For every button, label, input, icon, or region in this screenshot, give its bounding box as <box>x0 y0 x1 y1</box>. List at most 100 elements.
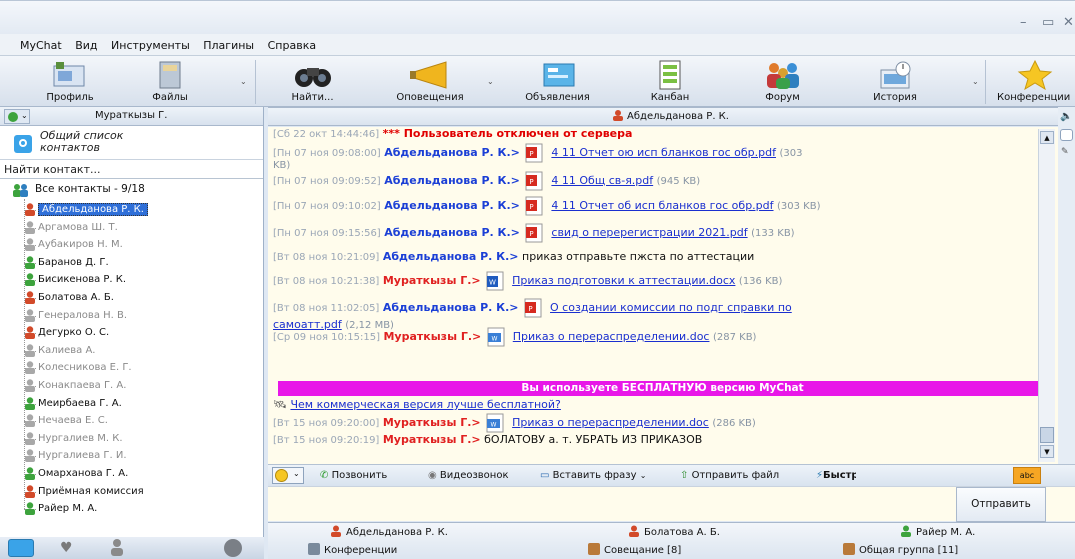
video-call-button[interactable]: ◉ Видеозвонок <box>428 470 509 481</box>
contact-item[interactable]: Нургалиев М. К. <box>25 430 123 447</box>
contact-item[interactable]: Колесникова Е. Г. <box>25 359 132 376</box>
spellcheck-icon[interactable]: abc <box>1013 467 1041 484</box>
contact-name: Райер М. А. <box>38 503 98 515</box>
tools-icon[interactable]: ✎ <box>1061 147 1069 157</box>
alerts-dropdown-arrow[interactable]: ⌄ <box>487 77 494 86</box>
contact-item[interactable]: Меирбаева Г. А. <box>25 395 122 412</box>
file-link[interactable]: Приказ о перераспределении.doc <box>512 416 709 429</box>
toolbar-forum-button[interactable]: Форум <box>735 56 830 106</box>
file-link[interactable]: 4 11 Отчет ою исп бланков гос обр.pdf <box>551 146 776 159</box>
menu-mychat[interactable]: MyChat <box>0 34 66 52</box>
send-button[interactable]: Отправить <box>956 487 1046 522</box>
menu-view[interactable]: Вид <box>69 34 101 52</box>
all-contacts-group-icon <box>12 183 30 197</box>
contact-item[interactable]: Генералова Н. В. <box>25 307 127 324</box>
contact-name: Бисикенова Р. К. <box>38 274 127 286</box>
maximize-button[interactable]: ▭ <box>1042 15 1054 30</box>
contact-item[interactable]: Нечаева Е. С. <box>25 412 108 429</box>
contact-item[interactable]: Дегурко О. С. <box>25 324 109 341</box>
contact-item[interactable]: Конакпаева Г. А. <box>25 377 126 394</box>
message-timestamp: [Вт 08 ноя 11:02:05] <box>273 303 380 314</box>
speaker-icon[interactable]: 🔈 <box>1060 111 1072 122</box>
scroll-thumb[interactable] <box>1040 427 1054 443</box>
scroll-down-button[interactable]: ▼ <box>1040 445 1054 458</box>
status-dropdown[interactable]: ⌄ <box>4 109 30 124</box>
menu-plugins[interactable]: Плагины <box>197 34 258 52</box>
all-contacts-group[interactable]: Все контакты - 9/18 <box>35 183 145 195</box>
toolbar-profile-button[interactable]: Профиль <box>20 56 120 106</box>
file-link[interactable]: 4 11 Отчет об исп бланков гос обр.pdf <box>551 199 773 212</box>
group-chat-icon <box>588 543 600 555</box>
toolbar-alerts-button[interactable]: Оповещения <box>375 56 485 106</box>
contact-name: Нургалиева Г. И. <box>38 450 127 462</box>
message-timestamp: [Вт 08 ноя 10:21:09] <box>273 252 380 263</box>
chat-bubble-icon[interactable] <box>1060 129 1073 141</box>
pdf-file-icon: P <box>525 143 543 163</box>
scroll-up-button[interactable]: ▲ <box>1040 131 1054 144</box>
message-text: приказ отправьте пжста по аттестации <box>522 250 755 263</box>
tab-general-group[interactable]: Общая группа [11] <box>843 542 958 559</box>
file-link[interactable]: Приказ подготовки к аттестации.docx <box>512 274 735 287</box>
message-author: Мураткызы Г.> <box>382 433 481 446</box>
contact-item[interactable]: Баранов Д. Г. <box>25 254 109 271</box>
user-tab-icon[interactable] <box>110 538 124 556</box>
favorites-heart-icon[interactable]: ♥ <box>60 540 73 556</box>
file-link[interactable]: 4 11 Общ св-я.pdf <box>551 174 653 187</box>
contact-name: Меирбаева Г. А. <box>38 397 122 409</box>
file-link[interactable]: О создании комиссии по подг справки по <box>550 301 792 314</box>
contact-item[interactable]: Калиева А. <box>25 342 96 359</box>
general-contact-list-link[interactable]: Общий список контактов <box>0 126 263 160</box>
toolbar-announcements-button[interactable]: Объявления <box>505 56 610 106</box>
main-toolbar: Профиль Файлы ⌄ Найти... Оповещения ⌄ Об… <box>0 56 1075 107</box>
contact-search-input[interactable]: Найти контакт... <box>0 160 263 179</box>
group-chat-icon <box>843 543 855 555</box>
tab-conferences[interactable]: Конференции <box>308 542 397 559</box>
chat-header: Абдельданова Р. К. <box>268 107 1075 126</box>
message-input[interactable] <box>268 486 1075 521</box>
toolbar-files-button[interactable]: Файлы <box>125 56 215 106</box>
contact-item[interactable]: Бисикенова Р. К. <box>25 271 127 288</box>
contact-tree: Все контакты - 9/18 Абдельданова Р. К. А… <box>0 179 263 519</box>
contact-item[interactable]: Приёмная комиссия <box>25 483 144 500</box>
pdf-file-icon: P <box>525 171 543 191</box>
menu-help[interactable]: Справка <box>262 34 320 52</box>
tab-chat-bolatova[interactable]: Болатова А. Б. <box>628 524 720 541</box>
promo-link[interactable]: Чем коммерческая версия лучше бесплатной… <box>290 398 560 411</box>
tab-label: Райер М. А. <box>916 527 976 538</box>
contact-item[interactable]: Райер М. А. <box>25 500 98 517</box>
files-dropdown-arrow[interactable]: ⌄ <box>240 77 247 86</box>
call-button[interactable]: ✆ Позвонить <box>320 470 387 481</box>
tab-meeting[interactable]: Совещание [8] <box>588 542 681 559</box>
history-dropdown-arrow[interactable]: ⌄ <box>972 77 979 86</box>
message-timestamp: [Вт 15 ноя 09:20:00] <box>273 418 380 429</box>
file-link[interactable]: свид о перерегистрации 2021.pdf <box>551 226 747 239</box>
file-link[interactable]: Приказ о перераспределении.doc <box>513 330 710 343</box>
smiley-dropdown[interactable]: ⌄ <box>272 467 304 484</box>
globe-icon[interactable] <box>224 539 242 557</box>
contact-item[interactable]: Абдельданова Р. К. <box>25 201 148 218</box>
insert-phrase-button[interactable]: ▭ Вставить фразу ⌄ <box>540 470 646 481</box>
toolbar-history-button[interactable]: История <box>850 56 940 106</box>
contact-item[interactable]: Аубакиров Н. М. <box>25 236 123 253</box>
file-size: (303 <box>779 148 803 159</box>
contact-item[interactable]: Болатова А. Б. <box>25 289 114 306</box>
toolbar-find-button[interactable]: Найти... <box>265 56 360 106</box>
contact-item[interactable]: Нургалиева Г. И. <box>25 447 127 464</box>
contact-avatar-icon <box>24 484 36 498</box>
minimize-button[interactable]: – <box>1020 15 1027 30</box>
menu-tools[interactable]: Инструменты <box>105 34 194 52</box>
contact-avatar-icon <box>24 502 36 516</box>
send-file-button[interactable]: ⇧ Отправить файл <box>680 470 779 481</box>
tab-label: Абдельданова Р. К. <box>346 527 448 538</box>
contacts-tab-icon[interactable] <box>8 539 34 557</box>
tab-chat-raier[interactable]: Райер М. А. <box>900 524 975 541</box>
chat-scrollbar[interactable]: ▲ ▼ <box>1038 129 1055 462</box>
toolbar-conferences-button[interactable]: Конференции <box>995 56 1075 106</box>
toolbar-kanban-button[interactable]: Канбан <box>625 56 715 106</box>
contact-name: Болатова А. Б. <box>38 292 114 303</box>
contact-item[interactable]: Аргамова Ш. Т. <box>25 219 118 236</box>
close-button[interactable]: ✕ <box>1063 15 1074 30</box>
quick-replies-button[interactable]: ⚡Быстр <box>816 470 856 481</box>
tab-chat-abdeldanova[interactable]: Абдельданова Р. К. <box>330 524 448 541</box>
contact-item[interactable]: Омарханова Г. А. <box>25 465 128 482</box>
